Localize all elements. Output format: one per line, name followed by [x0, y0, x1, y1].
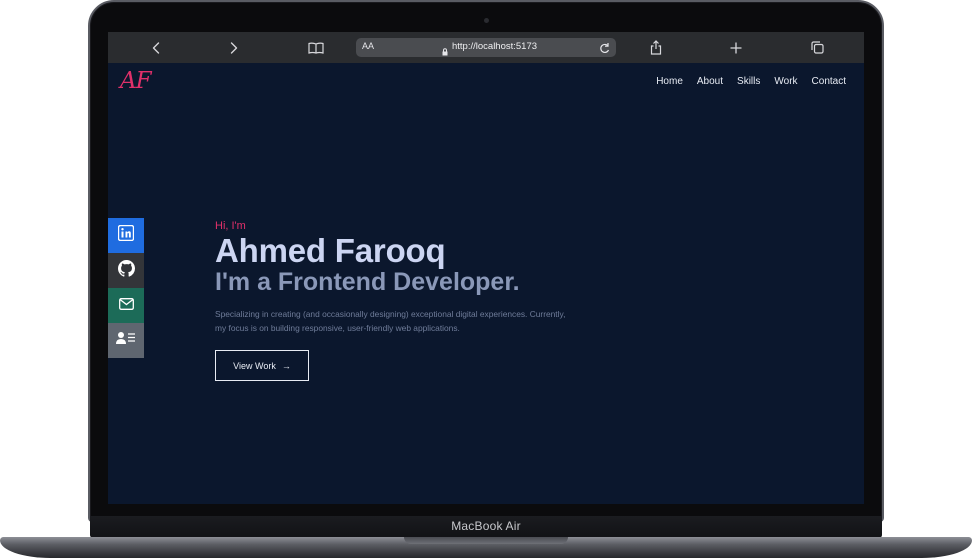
hero-description-line-1: Specializing in creating (and occasional… — [215, 309, 566, 319]
browser-screen: AA http://localhost:5173 AF Home About S… — [108, 32, 864, 504]
text-size-button[interactable]: AA — [362, 41, 374, 51]
nav-work[interactable]: Work — [774, 76, 797, 87]
device-label: MacBook Air — [451, 519, 521, 533]
hero-role: I'm a Frontend Developer. — [215, 268, 520, 296]
resume-icon — [116, 331, 136, 350]
email-link[interactable] — [108, 288, 144, 323]
linkedin-icon — [117, 224, 135, 246]
github-icon — [117, 259, 135, 282]
nav-home[interactable]: Home — [656, 76, 683, 87]
nav-contact[interactable]: Contact — [812, 76, 846, 87]
view-work-label: View Work — [233, 360, 276, 371]
address-bar[interactable]: AA http://localhost:5173 — [356, 38, 616, 57]
url-text: http://localhost:5173 — [452, 41, 538, 52]
share-icon[interactable] — [648, 32, 664, 63]
lock-icon — [442, 43, 448, 61]
nav-skills[interactable]: Skills — [737, 76, 760, 87]
browser-toolbar: AA http://localhost:5173 — [108, 32, 864, 63]
arrow-right-icon: → — [281, 360, 291, 371]
hero-greeting: Hi, I'm — [215, 220, 246, 232]
camera — [484, 18, 489, 23]
forward-icon[interactable] — [224, 32, 244, 63]
back-icon[interactable] — [146, 32, 166, 63]
hero-description-line-2: my focus is on building responsive, user… — [215, 323, 460, 333]
mail-icon — [118, 297, 134, 315]
view-work-button[interactable]: View Work → — [215, 350, 309, 381]
hero-section: Hi, I'm Ahmed Farooq I'm a Frontend Deve… — [215, 220, 635, 335]
resume-link[interactable] — [108, 323, 144, 358]
new-tab-icon[interactable] — [728, 32, 744, 63]
nav-about[interactable]: About — [697, 76, 723, 87]
social-sidebar — [108, 218, 144, 358]
site-nav: Home About Skills Work Contact — [642, 76, 846, 87]
linkedin-link[interactable] — [108, 218, 144, 253]
hero-name: Ahmed Farooq — [215, 232, 446, 269]
tabs-overview-icon[interactable] — [809, 32, 825, 63]
github-link[interactable] — [108, 253, 144, 288]
laptop-notch — [404, 537, 568, 544]
hero-description: Specializing in creating (and occasional… — [215, 307, 635, 335]
site-logo[interactable]: AF — [120, 68, 152, 94]
reload-icon[interactable] — [599, 41, 610, 59]
laptop-mockup: AA http://localhost:5173 AF Home About S… — [0, 0, 972, 558]
bookmarks-icon[interactable] — [306, 32, 326, 63]
